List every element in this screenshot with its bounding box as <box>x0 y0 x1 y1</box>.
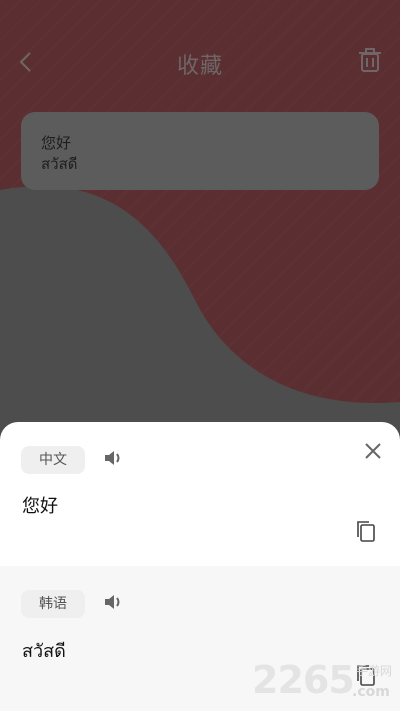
speaker-icon[interactable] <box>102 590 126 614</box>
trash-icon[interactable] <box>356 46 384 74</box>
translation-detail-sheet: 中文 您好 韩语 สวัสดี 2265 手游网 .com <box>0 422 400 711</box>
top-bar: 收藏 <box>0 40 400 86</box>
watermark-suffix: .com <box>352 684 390 700</box>
page-title: 收藏 <box>176 54 223 79</box>
favorite-source-text: 您好 <box>41 134 72 152</box>
favorite-item-card[interactable]: 您好 สวัสดี <box>21 112 379 190</box>
target-text: สวัสดี <box>22 641 66 662</box>
watermark-number: 2265 <box>252 658 355 702</box>
close-icon[interactable] <box>360 438 386 464</box>
target-language-chip[interactable]: 韩语 <box>21 590 85 618</box>
watermark-site-name: 手游网 <box>356 664 393 678</box>
speaker-icon[interactable] <box>102 446 126 470</box>
copy-icon[interactable] <box>355 519 377 543</box>
site-watermark: 2265 手游网 .com <box>252 658 398 704</box>
source-text: 您好 <box>22 496 58 517</box>
source-language-chip[interactable]: 中文 <box>21 446 85 474</box>
favorite-target-text: สวัสดี <box>41 155 78 173</box>
